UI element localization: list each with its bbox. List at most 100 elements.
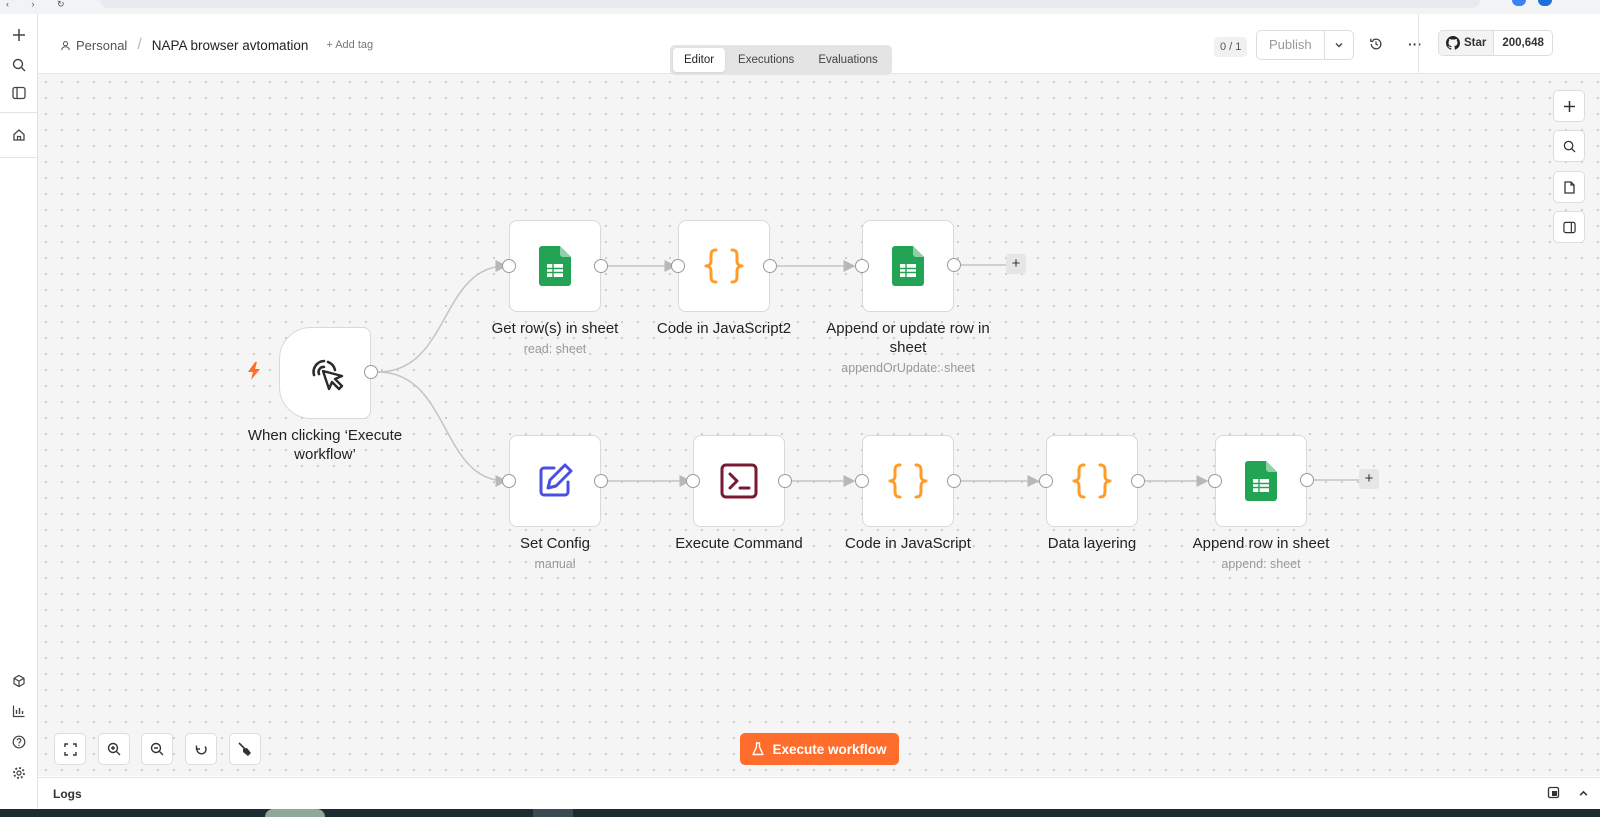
breadcrumb: Personal / NAPA browser avtomation + Add… bbox=[60, 36, 373, 54]
google-sheets-icon bbox=[539, 246, 571, 286]
fit-view-icon bbox=[63, 742, 77, 756]
node-label: Code in JavaScript2 bbox=[656, 320, 792, 337]
workflow-name[interactable]: NAPA browser avtomation bbox=[152, 38, 309, 53]
panel-toggle-button[interactable] bbox=[1553, 211, 1585, 243]
search-nodes-button[interactable] bbox=[1553, 130, 1585, 162]
node-label: Code in JavaScript bbox=[845, 535, 971, 552]
left-sidebar bbox=[0, 14, 38, 809]
github-star-count: 200,648 bbox=[1494, 31, 1552, 55]
extension-icon[interactable] bbox=[1512, 0, 1526, 6]
node-execute-command[interactable] bbox=[693, 435, 785, 527]
home-icon[interactable] bbox=[8, 124, 30, 146]
header-divider bbox=[1418, 14, 1419, 74]
trigger-bolt-icon bbox=[247, 362, 261, 385]
add-node-panel-button[interactable] bbox=[1553, 90, 1585, 122]
breadcrumb-separator: / bbox=[137, 36, 142, 53]
taskbar-app[interactable] bbox=[533, 809, 573, 817]
undo-button[interactable] bbox=[185, 733, 217, 765]
templates-icon[interactable] bbox=[8, 670, 30, 692]
input-handle[interactable] bbox=[671, 259, 685, 273]
publish-dropdown-button[interactable] bbox=[1325, 31, 1353, 59]
input-handle[interactable] bbox=[1039, 474, 1053, 488]
trigger-output-handle[interactable] bbox=[364, 365, 378, 379]
tab-editor[interactable]: Editor bbox=[673, 48, 726, 72]
github-star-button[interactable]: Star bbox=[1439, 31, 1495, 55]
node-append-row[interactable] bbox=[1215, 435, 1307, 527]
zoom-out-icon bbox=[150, 742, 164, 756]
taskbar-app[interactable] bbox=[265, 809, 325, 817]
input-handle[interactable] bbox=[1208, 474, 1222, 488]
node-code-js[interactable] bbox=[862, 435, 954, 527]
logs-panel[interactable]: Logs bbox=[38, 777, 1600, 809]
version-counter: 0 / 1 bbox=[1214, 37, 1248, 57]
tab-evaluations[interactable]: Evaluations bbox=[807, 48, 888, 72]
input-handle[interactable] bbox=[855, 259, 869, 273]
add-icon bbox=[1563, 100, 1575, 112]
more-options-icon[interactable]: ··· bbox=[1408, 36, 1422, 52]
node-label: Get row(s) in sheet bbox=[491, 320, 619, 337]
zoom-in-button[interactable] bbox=[98, 733, 130, 765]
output-handle[interactable] bbox=[778, 474, 792, 488]
fit-view-button[interactable] bbox=[54, 733, 86, 765]
execute-workflow-button[interactable]: Execute workflow bbox=[740, 733, 899, 765]
cursor-click-icon bbox=[312, 359, 344, 391]
output-handle[interactable] bbox=[1131, 474, 1145, 488]
code-braces-icon bbox=[1072, 463, 1112, 499]
search-icon[interactable] bbox=[8, 54, 30, 76]
search-icon bbox=[1563, 140, 1576, 153]
node-subtitle: manual bbox=[534, 557, 576, 571]
node-manual-trigger[interactable] bbox=[279, 327, 371, 419]
publish-button[interactable]: Publish bbox=[1257, 31, 1325, 59]
node-code-js2[interactable] bbox=[678, 220, 770, 312]
input-handle[interactable] bbox=[686, 474, 700, 488]
node-data-layering[interactable] bbox=[1046, 435, 1138, 527]
workspace-label: Personal bbox=[76, 37, 128, 53]
edit-pen-icon bbox=[539, 463, 573, 497]
workflow-canvas[interactable] bbox=[38, 74, 1600, 776]
output-handle[interactable] bbox=[947, 258, 961, 272]
help-icon[interactable] bbox=[8, 731, 30, 753]
input-handle[interactable] bbox=[855, 474, 869, 488]
output-handle[interactable] bbox=[594, 474, 608, 488]
output-handle[interactable] bbox=[594, 259, 608, 273]
add-node-button[interactable]: + bbox=[1359, 469, 1379, 489]
browser-nav-icons[interactable]: ‹ › ↻ bbox=[6, 0, 75, 9]
node-set-config[interactable] bbox=[509, 435, 601, 527]
add-icon[interactable] bbox=[8, 24, 30, 46]
terminal-icon bbox=[720, 463, 758, 499]
add-tag-button[interactable]: + Add tag bbox=[326, 39, 373, 51]
address-bar[interactable] bbox=[100, 0, 1480, 8]
execute-workflow-label: Execute workflow bbox=[772, 741, 887, 757]
node-label: Append row in sheet bbox=[1192, 535, 1330, 552]
input-handle[interactable] bbox=[502, 474, 516, 488]
input-handle[interactable] bbox=[502, 259, 516, 273]
pop-out-icon[interactable] bbox=[1547, 786, 1560, 804]
publish-group: Publish bbox=[1256, 30, 1354, 60]
view-tabs: Editor Executions Evaluations bbox=[670, 45, 892, 75]
tidy-up-button[interactable] bbox=[229, 733, 261, 765]
settings-gear-icon[interactable] bbox=[8, 762, 30, 784]
panel-right-icon bbox=[1562, 221, 1576, 233]
output-handle[interactable] bbox=[763, 259, 777, 273]
output-handle[interactable] bbox=[947, 474, 961, 488]
node-label: Append or update row in sheet bbox=[826, 320, 990, 356]
undo-icon bbox=[195, 745, 207, 754]
node-append-update[interactable] bbox=[862, 220, 954, 312]
logs-label: Logs bbox=[53, 787, 82, 801]
node-subtitle: appendOrUpdate: sheet bbox=[841, 361, 975, 375]
zoom-out-button[interactable] bbox=[141, 733, 173, 765]
output-handle[interactable] bbox=[1300, 473, 1314, 487]
history-icon[interactable] bbox=[1369, 37, 1383, 56]
chevron-up-icon[interactable] bbox=[1578, 786, 1589, 804]
github-star-widget[interactable]: Star 200,648 bbox=[1438, 30, 1553, 56]
zoom-in-icon bbox=[107, 742, 121, 756]
node-get-rows[interactable] bbox=[509, 220, 601, 312]
profile-icon[interactable] bbox=[1538, 0, 1552, 6]
add-node-button[interactable]: + bbox=[1006, 254, 1026, 274]
tab-executions[interactable]: Executions bbox=[727, 48, 805, 72]
insights-icon[interactable] bbox=[8, 700, 30, 722]
sticky-note-button[interactable] bbox=[1553, 171, 1585, 203]
workspace-crumb[interactable]: Personal bbox=[60, 38, 127, 53]
sidebar-toggle-icon[interactable] bbox=[8, 82, 30, 104]
os-taskbar bbox=[0, 809, 1600, 817]
